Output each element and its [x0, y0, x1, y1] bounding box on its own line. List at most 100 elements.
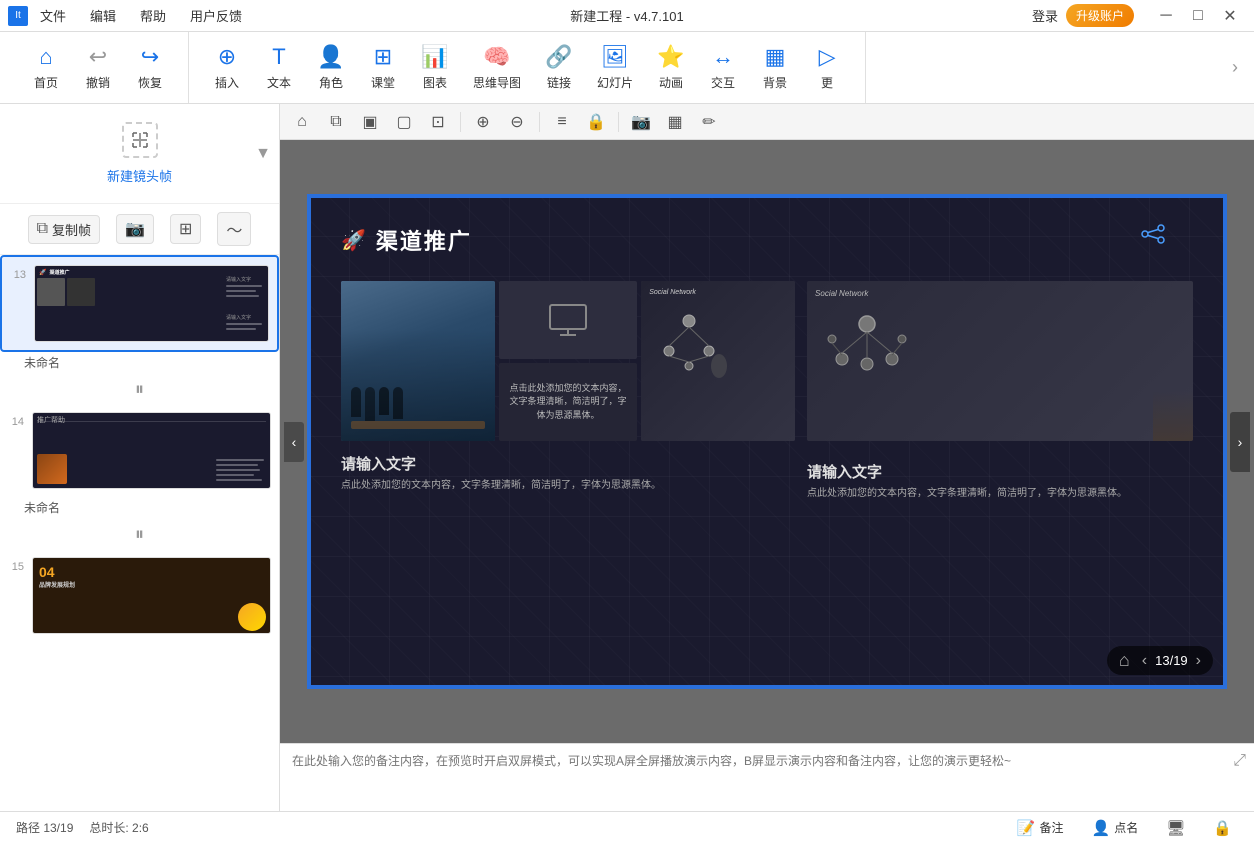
- notes-expand-icon[interactable]: ⤢: [1233, 752, 1246, 770]
- notes-input[interactable]: [292, 752, 1242, 788]
- camera-frame-button[interactable]: 📷: [116, 214, 154, 244]
- slide-left-title[interactable]: 请输入文字: [341, 453, 795, 474]
- notes-area: ⤢: [280, 743, 1254, 811]
- toolbar-group-home: ⌂ 首页 ↩ 撤销 ↪ 恢复: [8, 32, 189, 103]
- toolbar-text[interactable]: T 文本: [253, 38, 305, 97]
- thumb-14-img: [37, 454, 67, 484]
- ctb-camera-icon[interactable]: 📷: [627, 108, 655, 136]
- ctb-zoomin-icon[interactable]: ⊕: [469, 108, 497, 136]
- copy-frame-button[interactable]: ⧉ 复制帧: [28, 215, 100, 244]
- toolbar-home[interactable]: ⌂ 首页: [20, 38, 72, 97]
- ctb-edit-icon[interactable]: ✏: [695, 108, 723, 136]
- toolbar-animation-label: 动画: [659, 74, 683, 91]
- thumb-14-logo: 推广帮助: [37, 415, 65, 425]
- ctb-copy3-icon[interactable]: ▢: [390, 108, 418, 136]
- minimize-button[interactable]: ─: [1150, 0, 1182, 32]
- ctb-copy1-icon[interactable]: ⧉: [322, 108, 350, 136]
- toolbar-interact-label: 交互: [711, 74, 735, 91]
- page-indicator: ⌂ ‹ 13/19 ›: [1107, 646, 1213, 675]
- undo-icon: ↩: [89, 44, 107, 70]
- ctb-zoomout-icon[interactable]: ⊖: [503, 108, 531, 136]
- slide-logo-icon: 🚀: [341, 228, 366, 253]
- menu-edit[interactable]: 编辑: [86, 4, 120, 27]
- ctb-copy2-icon[interactable]: ▣: [356, 108, 384, 136]
- page-prev-button[interactable]: ‹: [1142, 652, 1147, 670]
- toolbar-link[interactable]: 🔗 链接: [533, 38, 585, 97]
- maximize-button[interactable]: □: [1182, 0, 1214, 32]
- canvas-nav-right[interactable]: ›: [1230, 412, 1250, 472]
- toolbar-background[interactable]: ▦ 背景: [749, 38, 801, 97]
- toolbar-mindmap[interactable]: 🧠 思维导图: [461, 38, 533, 97]
- login-button[interactable]: 登录: [1032, 6, 1058, 25]
- slide-text-left: 请输入文字 点此处添加您的文本内容，文字条理清晰，简洁明了，字体为思源黑体。: [341, 453, 795, 494]
- slide-item-14[interactable]: 14 推广帮助: [0, 404, 279, 497]
- slide-text-panel-content: 点击此处添加您的文本内容，文字条理清晰，简洁明了，字体为思源黑体。: [507, 382, 629, 423]
- curve-frame-button[interactable]: 〜: [217, 212, 251, 246]
- toolbar-animation[interactable]: ⭐ 动画: [645, 38, 697, 97]
- thumb-15-food: [238, 603, 266, 631]
- ctb-divider2: [539, 112, 540, 132]
- menu-bar: 文件 编辑 帮助 用户反馈: [36, 4, 1032, 27]
- main-area: 新建镜头帧 ▼ ⧉ 复制帧 📷 ⊞ 〜 13: [0, 104, 1254, 811]
- slide-item-15[interactable]: 15 04 品牌发展规划: [0, 549, 279, 642]
- frame-actions: ⧉ 复制帧 📷 ⊞ 〜: [0, 204, 279, 255]
- canvas-nav-left[interactable]: ‹: [284, 422, 304, 462]
- slide-right-title[interactable]: 请输入文字: [807, 461, 1193, 482]
- slide-left-body[interactable]: 点此处添加您的文本内容，文字条理清晰，简洁明了，字体为思源黑体。: [341, 478, 795, 494]
- text-icon: T: [272, 44, 285, 70]
- page-next-button[interactable]: ›: [1196, 652, 1201, 670]
- status-note-label: 备注: [1040, 819, 1064, 836]
- thumb-14-lines: [216, 459, 266, 484]
- menu-file[interactable]: 文件: [36, 4, 70, 27]
- grid-frame-button[interactable]: ⊞: [170, 214, 201, 244]
- classroom-icon: ⊞: [374, 44, 392, 70]
- slide-canvas: ‹ 🚀 渠道推广: [280, 140, 1254, 743]
- status-note-button[interactable]: 📝 备注: [1011, 817, 1070, 839]
- separator-icon-14: ⏸: [135, 524, 144, 545]
- status-total: 总时长: 2:6: [89, 819, 148, 836]
- new-frame-button[interactable]: 新建镜头帧 ▼: [0, 104, 279, 204]
- toolbar-link-label: 链接: [547, 74, 571, 91]
- ctb-grid-icon[interactable]: ▦: [661, 108, 689, 136]
- toolbar-interact[interactable]: ↔ 交互: [697, 38, 749, 97]
- slide-number-15: 15: [8, 557, 24, 573]
- toolbar-scroll-right[interactable]: ›: [1224, 49, 1246, 86]
- upgrade-button[interactable]: 升级账户: [1066, 4, 1134, 27]
- toolbar-chart-label: 图表: [423, 74, 447, 91]
- ctb-home-icon[interactable]: ⌂: [288, 108, 316, 136]
- slide-right-body[interactable]: 点此处添加您的文本内容，文字条理清晰，简洁明了，字体为思源黑体。: [807, 486, 1193, 502]
- status-lock-button[interactable]: 🔒: [1207, 817, 1238, 839]
- toolbar-slideshow[interactable]: 🖼 幻灯片: [585, 38, 645, 97]
- toolbar-redo[interactable]: ↪ 恢复: [124, 38, 176, 97]
- slide-thumb-14: 推广帮助: [32, 412, 271, 489]
- close-button[interactable]: ✕: [1214, 0, 1246, 32]
- toolbar-undo[interactable]: ↩ 撤销: [72, 38, 124, 97]
- toolbar-character-label: 角色: [319, 74, 343, 91]
- img-social-bg: Social Network: [641, 281, 795, 441]
- slide-number-13: 13: [10, 265, 26, 281]
- toolbar-insert[interactable]: ⊕ 插入: [201, 38, 253, 97]
- animation-icon: ⭐: [657, 44, 684, 70]
- toolbar-character[interactable]: 👤 角色: [305, 38, 357, 97]
- ctb-lock-icon[interactable]: 🔒: [582, 108, 610, 136]
- grid-icon: ⊞: [179, 219, 192, 239]
- toolbar-classroom[interactable]: ⊞ 课堂: [357, 38, 409, 97]
- slide-share-icon: [1141, 224, 1165, 250]
- slide-image-monitor: [499, 281, 637, 359]
- ctb-align-icon[interactable]: ≡: [548, 108, 576, 136]
- status-screen-button[interactable]: 🖥: [1160, 817, 1191, 839]
- home-icon: ⌂: [39, 44, 52, 70]
- window-controls: ─ □ ✕: [1150, 0, 1246, 32]
- menu-feedback[interactable]: 用户反馈: [186, 4, 246, 27]
- slide-thumb-13: 🚀 渠道推广 请输入文字 请输入文字: [34, 265, 269, 342]
- toolbar-more[interactable]: ▷ 更: [801, 38, 853, 97]
- menu-help[interactable]: 帮助: [136, 4, 170, 27]
- toolbar-background-label: 背景: [763, 74, 787, 91]
- interact-icon: ↔: [712, 44, 734, 70]
- mindmap-icon: 🧠: [483, 44, 510, 70]
- toolbar-chart[interactable]: 📊 图表: [409, 38, 461, 97]
- ctb-copy4-icon[interactable]: ⊡: [424, 108, 452, 136]
- status-attendance-button[interactable]: 👤 点名: [1086, 817, 1145, 839]
- page-home-icon[interactable]: ⌂: [1119, 650, 1130, 671]
- slide-item-13[interactable]: 13 🚀 渠道推广 请输入文字: [0, 255, 279, 352]
